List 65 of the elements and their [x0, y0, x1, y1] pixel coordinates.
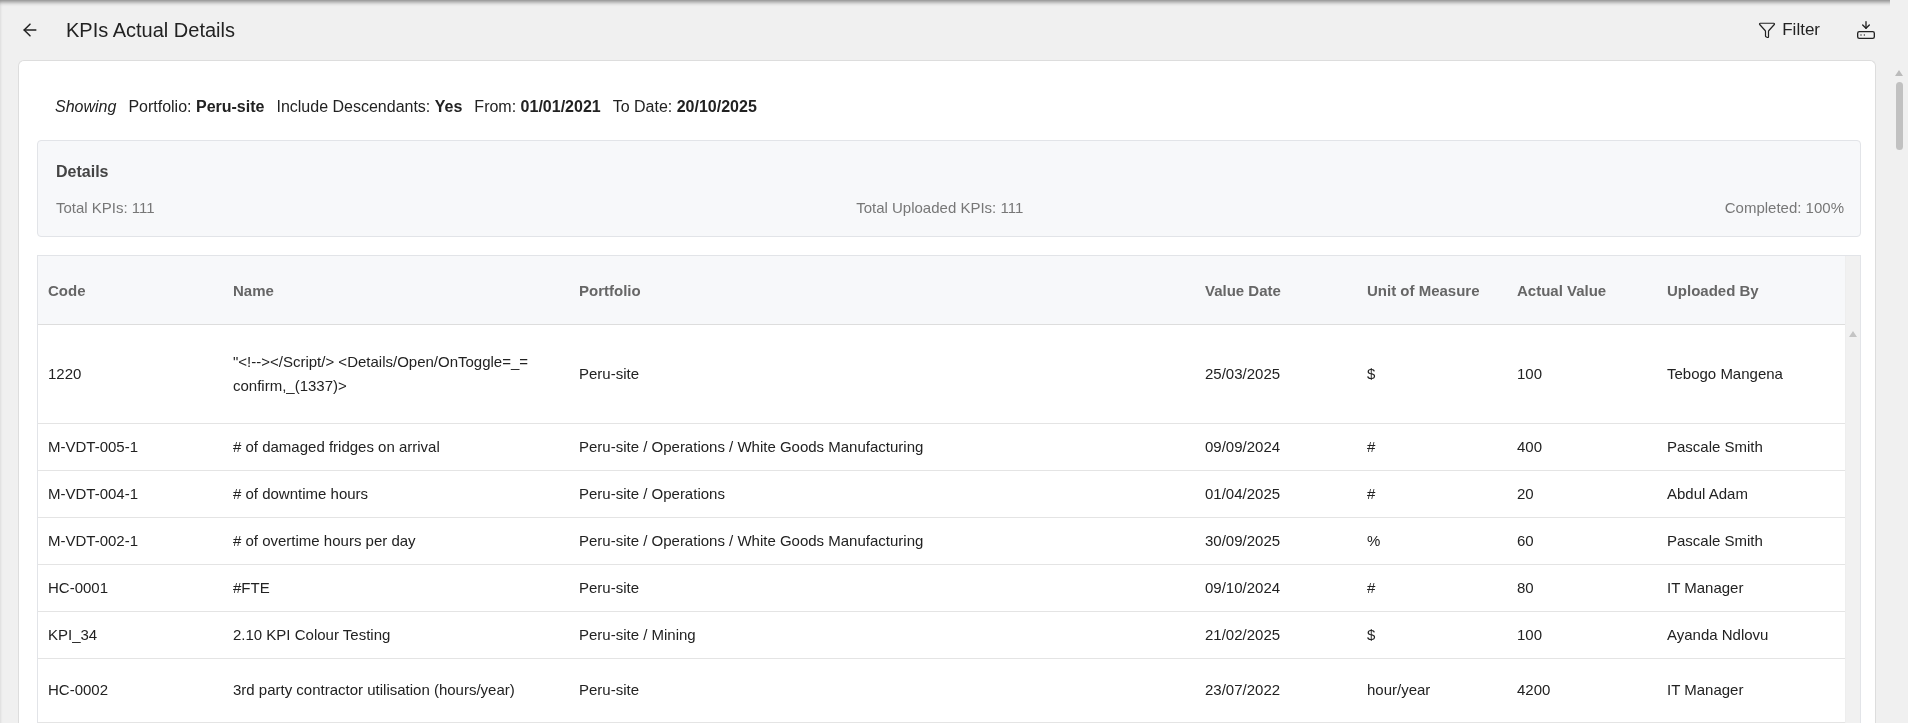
- showing-label: Showing: [55, 98, 117, 116]
- table-cell: 3rd party contractor utilisation (hours/year): [223, 658, 569, 723]
- table-cell: 09/10/2024: [1195, 564, 1357, 612]
- scroll-up-icon[interactable]: [1849, 331, 1858, 337]
- details-title: Details: [56, 163, 110, 181]
- table-cell: #: [1357, 423, 1507, 471]
- table-cell: KPI_34: [38, 611, 223, 659]
- table-cell: Peru-site: [569, 324, 1195, 424]
- filter-summary: To Date: 20/10/2025: [612, 98, 757, 116]
- table-cell: M-VDT-005-1: [38, 423, 223, 471]
- stat-text: Total Uploaded KPIs: 111: [856, 199, 1024, 216]
- table-cell: #: [1357, 470, 1507, 518]
- table-cell: 60: [1507, 517, 1657, 565]
- table-cell: 80: [1507, 564, 1657, 612]
- table-cell: 100: [1507, 611, 1657, 659]
- scrollbar-thumb[interactable]: [1895, 82, 1903, 150]
- download-button[interactable]: [1856, 20, 1876, 40]
- table-cell: HC-0002: [38, 658, 223, 723]
- table-cell: 400: [1507, 423, 1657, 471]
- table-cell: $: [1357, 324, 1507, 424]
- table-cell: 30/09/2025: [1195, 517, 1357, 565]
- table-cell: 1220: [38, 324, 223, 424]
- column-header: Actual Value: [1507, 256, 1657, 325]
- column-header: Code: [38, 256, 223, 325]
- table-cell: %: [1357, 517, 1507, 565]
- table-cell: 01/04/2025: [1195, 470, 1357, 518]
- table-cell: M-VDT-002-1: [38, 517, 223, 565]
- table-cell: Peru-site / Operations / White Goods Manufacturing: [569, 423, 1195, 471]
- table-cell: Peru-site: [569, 658, 1195, 723]
- table-cell: Peru-site: [569, 564, 1195, 612]
- table-cell: # of overtime hours per day: [223, 517, 569, 565]
- table-cell: 23/07/2022: [1195, 658, 1357, 723]
- filter-summary: From: 01/01/2021: [474, 98, 601, 116]
- stat-text: Total KPIs: 111: [56, 199, 155, 216]
- table-cell: Peru-site / Mining: [569, 611, 1195, 659]
- table-cell: 2.10 KPI Colour Testing: [223, 611, 569, 659]
- table-cell: #FTE: [223, 564, 569, 612]
- table-cell: Peru-site / Operations: [569, 470, 1195, 518]
- column-header: Name: [223, 256, 569, 325]
- table-cell: #: [1357, 564, 1507, 612]
- filter-icon: [1758, 21, 1777, 39]
- table-cell: 25/03/2025: [1195, 324, 1357, 424]
- filter-summary: Portfolio: Peru-site: [128, 98, 265, 116]
- column-header: Value Date: [1195, 256, 1357, 325]
- table-cell: $: [1357, 611, 1507, 659]
- table-cell: # of downtime hours: [223, 470, 569, 518]
- table-cell: 09/09/2024: [1195, 423, 1357, 471]
- column-header: Unit of Measure: [1357, 256, 1507, 325]
- column-header: Portfolio: [569, 256, 1195, 325]
- page-title: KPIs Actual Details: [66, 18, 236, 42]
- table-cell: Peru-site / Operations / White Goods Manufacturing: [569, 517, 1195, 565]
- table-cell: 20: [1507, 470, 1657, 518]
- table-cell: hour/year: [1357, 658, 1507, 723]
- table-cell: 4200: [1507, 658, 1657, 723]
- table-cell: "<!--></Script/> <Details/Open/OnToggle=_=confirm,_(1337)>: [223, 324, 569, 424]
- scroll-up-icon[interactable]: [1895, 70, 1903, 76]
- table-cell: 100: [1507, 324, 1657, 424]
- filter-summary: Include Descendants: Yes: [276, 98, 463, 116]
- stat-text: Completed: 100%: [1724, 199, 1844, 216]
- column-header: Uploaded By: [1657, 256, 1846, 325]
- table-cell: # of damaged fridges on arrival: [223, 423, 569, 471]
- table-cell: M-VDT-004-1: [38, 470, 223, 518]
- table-cell: 21/02/2025: [1195, 611, 1357, 659]
- table-cell: HC-0001: [38, 564, 223, 612]
- filter-button[interactable]: Filter: [1758, 20, 1820, 40]
